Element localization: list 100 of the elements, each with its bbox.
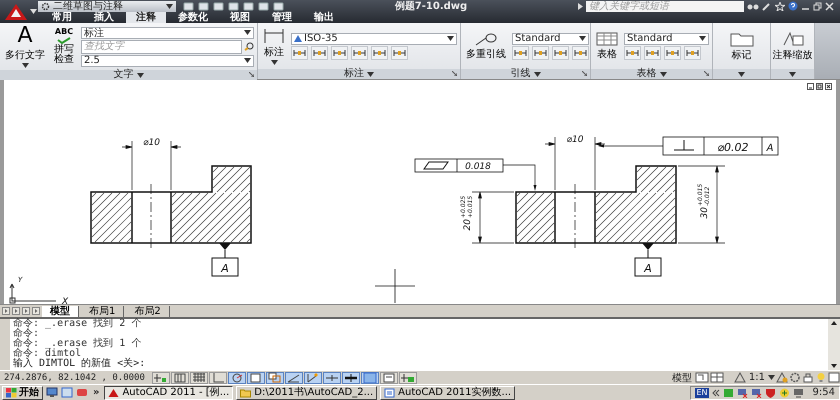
- osnap3d-toggle[interactable]: [266, 372, 284, 384]
- network-disconnected-icon[interactable]: [736, 388, 748, 398]
- osnap-toggle[interactable]: [246, 372, 265, 384]
- grid-toggle[interactable]: [190, 372, 208, 384]
- panel-launcher-icon[interactable]: [452, 71, 457, 76]
- viewport-minimize-icon[interactable]: [807, 83, 814, 90]
- last-tab-icon[interactable]: [32, 307, 40, 315]
- sc-toggle[interactable]: [398, 372, 417, 384]
- tool-button[interactable]: [664, 46, 681, 60]
- snap-toggle[interactable]: [170, 372, 189, 384]
- annotation-scale-label[interactable]: 1:1: [746, 372, 767, 383]
- binoculars-icon[interactable]: [747, 2, 759, 10]
- network-disconnected-icon[interactable]: [750, 388, 762, 398]
- leader-line: [598, 144, 664, 148]
- start-button[interactable]: 开始: [2, 386, 43, 400]
- scrollbar[interactable]: [828, 319, 840, 370]
- find-text-field[interactable]: 查找文字: [81, 40, 242, 54]
- more-shortcuts-button[interactable]: »: [91, 387, 102, 398]
- tool-button[interactable]: [512, 46, 529, 60]
- tool-button[interactable]: [684, 46, 701, 60]
- ducs-toggle[interactable]: [304, 372, 322, 384]
- plus-icon[interactable]: [778, 388, 790, 398]
- tool-button[interactable]: [391, 46, 408, 60]
- ribbon-tab[interactable]: 管理: [262, 12, 302, 23]
- dyn-toggle[interactable]: [322, 372, 341, 384]
- panel-title: 文字: [114, 70, 134, 80]
- spell-check-button[interactable]: ABC 拼写检查: [51, 28, 77, 65]
- monitor-icon[interactable]: [792, 388, 804, 398]
- ribbon-tab[interactable]: 参数化: [168, 12, 218, 23]
- annotation-scale-icon[interactable]: [734, 372, 746, 383]
- restore-icon[interactable]: [813, 2, 822, 10]
- viewport-close-icon[interactable]: [825, 83, 832, 90]
- layout-view-icon[interactable]: [694, 372, 709, 383]
- style-triangle-icon: [294, 35, 302, 42]
- text-style-dropdown[interactable]: 标注: [81, 26, 254, 38]
- model-space-label[interactable]: 模型: [670, 370, 694, 384]
- otrack-toggle[interactable]: [284, 372, 303, 384]
- star-icon[interactable]: [775, 2, 785, 10]
- workspace-dropdown[interactable]: 二维草图与注释: [38, 0, 176, 12]
- tool-button[interactable]: [644, 46, 661, 60]
- viewport-restore-icon[interactable]: [816, 83, 823, 90]
- shield-icon[interactable]: [764, 388, 776, 398]
- ribbon-background: [815, 23, 840, 79]
- expand-tray-icon[interactable]: [712, 388, 720, 396]
- folder-icon: [240, 388, 252, 398]
- tpy-toggle[interactable]: [360, 372, 379, 384]
- polar-toggle[interactable]: [228, 372, 246, 384]
- panel-launcher-icon[interactable]: [249, 72, 254, 77]
- help-icon[interactable]: [788, 1, 798, 11]
- find-replace-icon[interactable]: [244, 42, 254, 51]
- dimension-style-dropdown[interactable]: ISO-35: [291, 32, 457, 44]
- play-icon: [578, 2, 583, 10]
- tool-button[interactable]: [371, 46, 388, 60]
- multileader-button[interactable]: 多重引线: [464, 32, 508, 60]
- table-button[interactable]: 表格: [594, 32, 620, 60]
- multiline-text-button[interactable]: A 多行文字: [3, 25, 47, 68]
- tool-button[interactable]: [552, 46, 569, 60]
- gear-icon[interactable]: [789, 372, 801, 383]
- ribbon-tab[interactable]: 插入: [84, 12, 124, 23]
- layout-tab[interactable]: 模型: [42, 306, 79, 316]
- lock-icon[interactable]: [802, 372, 814, 383]
- taskbar-button[interactable]: AutoCAD 2011 - [例...: [104, 386, 234, 400]
- table-style-dropdown[interactable]: Standard: [624, 32, 709, 44]
- desktop-icon[interactable]: [46, 387, 58, 398]
- tool-button[interactable]: [351, 46, 368, 60]
- markup-button[interactable]: 标记: [728, 30, 756, 62]
- annotation-visibility-icon[interactable]: [776, 372, 788, 383]
- command-line-grip[interactable]: [0, 319, 10, 370]
- close-icon[interactable]: [825, 2, 834, 10]
- text-height-dropdown[interactable]: 2.5: [81, 54, 254, 66]
- dimension-button[interactable]: 标注: [261, 28, 287, 64]
- leader-style-dropdown[interactable]: Standard: [512, 32, 589, 44]
- ribbon-tab[interactable]: 常用: [42, 12, 82, 23]
- first-tab-icon[interactable]: [2, 307, 10, 315]
- scroll-up-icon[interactable]: [828, 319, 840, 327]
- panel-launcher-icon[interactable]: [582, 71, 587, 76]
- annotation-scale-icon: [782, 30, 804, 46]
- qp-toggle[interactable]: [380, 372, 398, 384]
- panel-launcher-icon[interactable]: [704, 71, 709, 76]
- infer-toggle[interactable]: [152, 372, 170, 384]
- annotation-scaling-button[interactable]: 注释缩放: [770, 30, 814, 62]
- ribbon-tab[interactable]: 注释: [126, 12, 166, 23]
- two-viewports-icon[interactable]: [710, 372, 724, 383]
- lwt-toggle[interactable]: [342, 372, 360, 384]
- previous-tab-icon[interactable]: [12, 307, 20, 315]
- tool-button[interactable]: [624, 46, 641, 60]
- ortho-toggle[interactable]: [208, 372, 227, 384]
- panel-title: 引线: [510, 69, 530, 79]
- taskbar-button[interactable]: AutoCAD 2011实例数...: [380, 386, 516, 400]
- tool-button[interactable]: [291, 46, 308, 60]
- clean-screen-icon[interactable]: [828, 372, 840, 383]
- next-tab-icon[interactable]: [22, 307, 30, 315]
- language-indicator[interactable]: EN: [695, 388, 709, 398]
- ribbon-tab[interactable]: 输出: [304, 12, 344, 23]
- taskbar-button[interactable]: D:\2011书\AutoCAD_2...: [236, 386, 378, 400]
- tool-button[interactable]: [532, 46, 549, 60]
- ribbon-tab[interactable]: 视图: [220, 12, 260, 23]
- tool-button[interactable]: [331, 46, 348, 60]
- tool-button[interactable]: [572, 46, 589, 60]
- tool-button[interactable]: [311, 46, 328, 60]
